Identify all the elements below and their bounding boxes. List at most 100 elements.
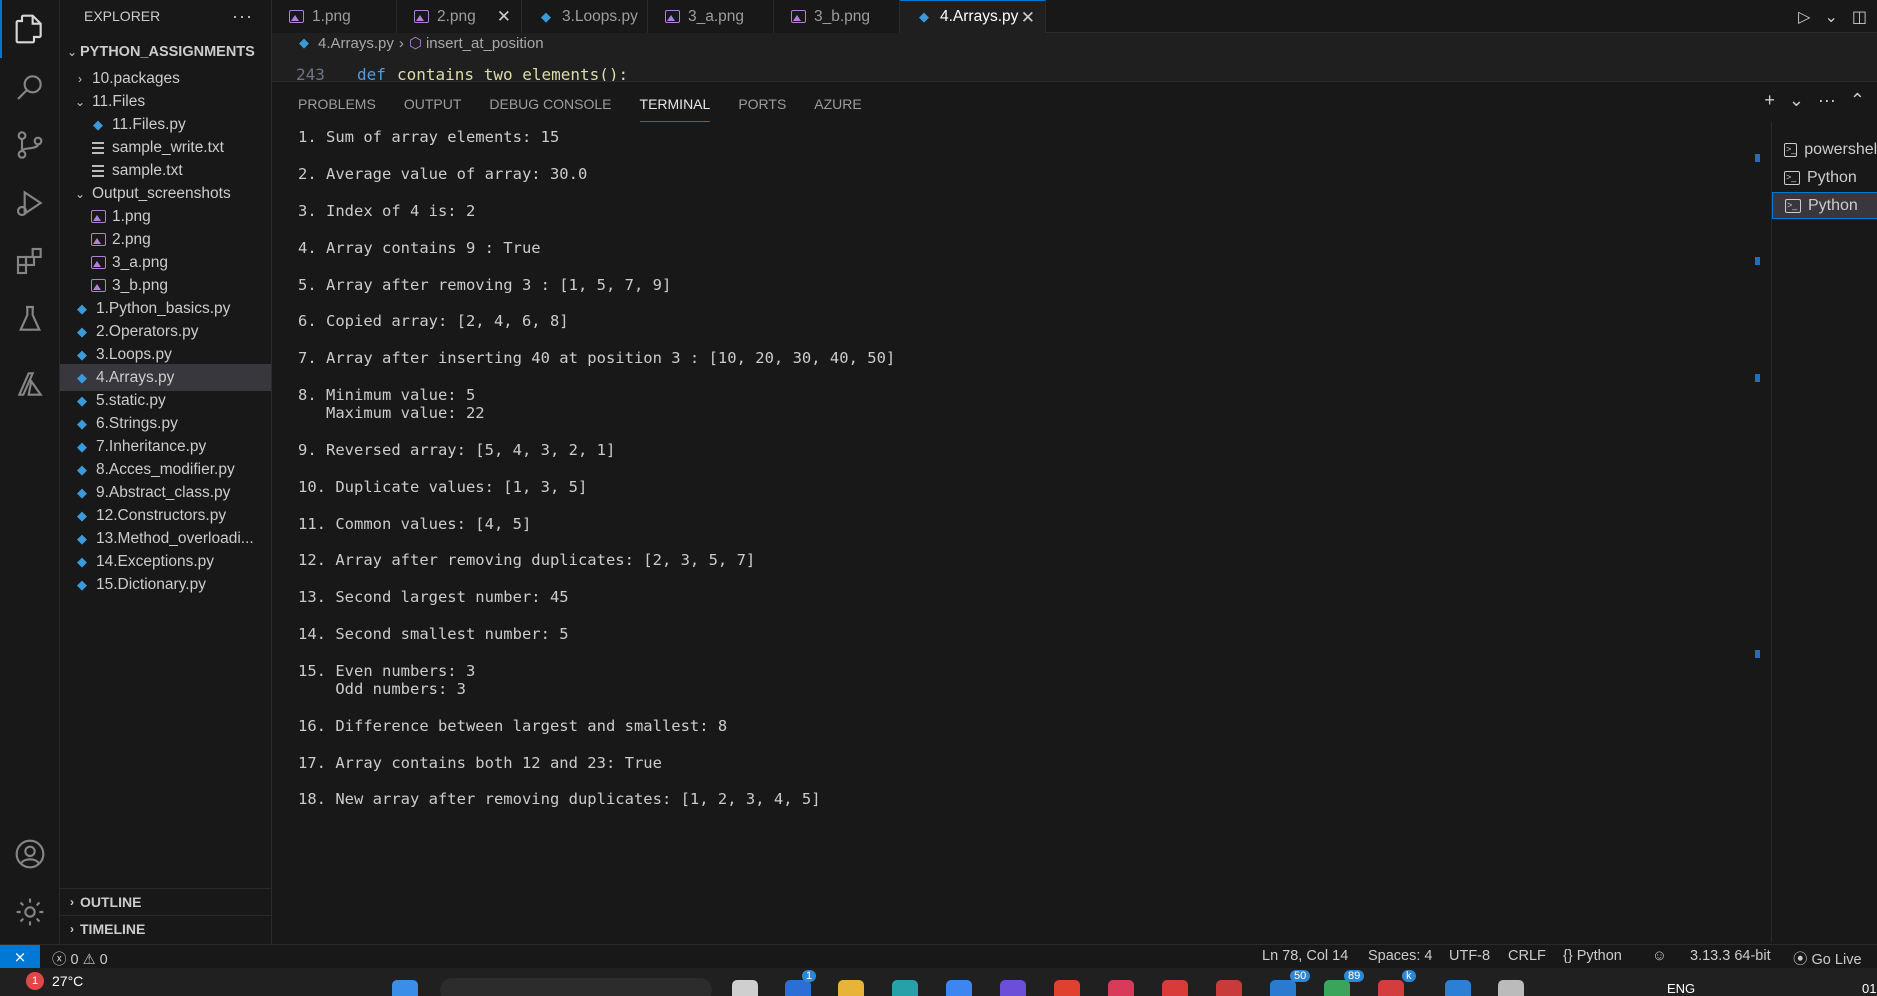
terminal-session-label: powershell: [1804, 140, 1877, 158]
python-interpreter[interactable]: 3.13.3 64-bit: [1690, 948, 1771, 964]
app-icon[interactable]: [1378, 980, 1404, 996]
tab-label: 2.png: [437, 7, 476, 25]
editor-tab[interactable]: 3_b.png: [774, 0, 900, 33]
edge-icon[interactable]: [892, 980, 918, 996]
terminal-line: 12. Array after removing duplicates: [2,…: [298, 551, 756, 569]
task-view-icon[interactable]: [732, 980, 758, 996]
extensions-icon[interactable]: [0, 232, 60, 290]
clock[interactable]: 01: [1862, 981, 1876, 996]
app-icon[interactable]: [1498, 980, 1524, 996]
tree-item-label: 14.Exceptions.py: [96, 552, 215, 570]
editor-tab[interactable]: 2.png ✕: [397, 0, 522, 33]
tab-ports[interactable]: PORTS: [738, 82, 786, 122]
python-file-icon: ◆: [77, 530, 87, 546]
outline-section[interactable]: › OUTLINE: [60, 888, 271, 915]
run-debug-icon[interactable]: [0, 174, 60, 232]
python-file-icon: ◆: [919, 9, 929, 24]
tab-debug-console[interactable]: DEBUG CONSOLE: [489, 82, 611, 122]
editor-tab[interactable]: 1.png: [272, 0, 397, 33]
breadcrumb: ◆ 4.Arrays.py › ⬡ insert_at_position: [272, 33, 1877, 53]
tab-azure[interactable]: AZURE: [814, 82, 861, 122]
breadcrumb-symbol[interactable]: insert_at_position: [426, 35, 544, 52]
azure-icon[interactable]: [0, 355, 60, 413]
terminal-dropdown-icon[interactable]: ⌄: [1789, 90, 1804, 111]
terminal-session[interactable]: >_ powershell: [1772, 136, 1877, 163]
python-file-icon: ◆: [77, 300, 87, 316]
app-icon[interactable]: [1108, 980, 1134, 996]
timeline-section[interactable]: › TIMELINE: [60, 915, 271, 942]
close-icon[interactable]: ✕: [497, 7, 511, 27]
editor-tab-bar: 1.png 2.png ✕ ◆ 3.Loops.py 3_a.png 3_b.png ◆ 4.A…: [272, 0, 1877, 33]
tab-terminal[interactable]: TERMINAL: [639, 82, 710, 122]
breadcrumb-file[interactable]: 4.Arrays.py: [318, 35, 394, 52]
new-terminal-icon[interactable]: +: [1764, 90, 1775, 111]
scroll-marker: [1755, 154, 1760, 162]
search-icon[interactable]: [0, 58, 60, 116]
copilot-icon[interactable]: ☺: [1652, 948, 1667, 964]
run-python-icon[interactable]: ▷: [1798, 7, 1810, 27]
indentation[interactable]: Spaces: 4: [1368, 948, 1433, 964]
weather-widget[interactable]: 1 27°C: [26, 972, 83, 990]
testing-icon[interactable]: [0, 290, 60, 348]
cursor-position[interactable]: Ln 78, Col 14: [1262, 948, 1348, 964]
source-control-icon[interactable]: [0, 116, 60, 174]
line-ending[interactable]: CRLF: [1508, 948, 1546, 964]
copilot-app-icon[interactable]: [946, 980, 972, 996]
editor-tab[interactable]: 3_a.png: [648, 0, 774, 33]
tab-output[interactable]: OUTPUT: [404, 82, 462, 122]
chevron-down-icon: ⌄: [74, 186, 86, 201]
app-icon[interactable]: [1162, 980, 1188, 996]
editor-peek[interactable]: 243 def contains_two_elements():: [272, 53, 1877, 81]
vscode-icon[interactable]: [1445, 980, 1471, 996]
problems-indicator[interactable]: ⓧ 0 ⚠ 0: [52, 948, 108, 969]
terminal-session-label: Python: [1807, 168, 1857, 186]
go-live-button[interactable]: ⦿ Go Live: [1793, 948, 1862, 969]
tab-label: 3_a.png: [688, 7, 745, 25]
tree-item-label: Output_screenshots: [92, 184, 231, 202]
windows-start-icon[interactable]: [392, 980, 418, 996]
file-explorer-icon[interactable]: [838, 980, 864, 996]
terminal-session[interactable]: >_ Python: [1772, 192, 1877, 219]
language-label: Python: [1576, 948, 1622, 964]
tab-label: 3.Loops.py: [562, 7, 638, 25]
more-actions-icon[interactable]: ···: [1818, 90, 1836, 111]
store-icon[interactable]: [1000, 980, 1026, 996]
workspace-root[interactable]: ⌄ PYTHON_ASSIGNMENTS: [60, 38, 271, 65]
terminal-line: 10. Duplicate values: [1, 3, 5]: [298, 478, 588, 496]
more-actions-icon[interactable]: ···: [232, 6, 253, 27]
accounts-icon[interactable]: [0, 825, 60, 883]
terminal-line: 4. Array contains 9 : True: [298, 239, 541, 257]
python-file-icon: ◆: [77, 576, 87, 592]
python-file-icon: ◆: [77, 369, 87, 385]
image-file-icon: [90, 209, 106, 225]
split-editor-icon[interactable]: ◫: [1852, 7, 1867, 27]
teams-icon[interactable]: [785, 980, 811, 996]
maximize-panel-icon[interactable]: ⌃: [1850, 90, 1865, 111]
whatsapp-icon[interactable]: [1324, 980, 1350, 996]
editor-tab[interactable]: ◆ 3.Loops.py: [522, 0, 648, 33]
app-icon[interactable]: [1270, 980, 1296, 996]
tree-item-label: 7.Inheritance.py: [96, 437, 207, 455]
terminal-scrollbar[interactable]: [1752, 122, 1762, 942]
encoding[interactable]: UTF-8: [1449, 948, 1490, 964]
taskbar-search[interactable]: [440, 978, 712, 996]
terminal-output[interactable]: 1. Sum of array elements: 15 2. Average v…: [298, 128, 1748, 943]
file-item[interactable]: ◆ 15.Dictionary.py: [60, 571, 271, 598]
input-language[interactable]: ENG: [1667, 981, 1695, 996]
terminal-session[interactable]: >_ Python: [1772, 164, 1877, 191]
tree-item-label: 6.Strings.py: [96, 414, 178, 432]
python-file-icon: ◆: [77, 484, 87, 500]
editor-tab[interactable]: ◆ 4.Arrays.py ✕: [900, 0, 1046, 33]
scroll-marker: [1755, 257, 1760, 265]
app-badge: 50: [1290, 970, 1311, 982]
office-icon[interactable]: [1054, 980, 1080, 996]
remote-indicator-icon[interactable]: ⨯: [0, 944, 40, 969]
language-mode[interactable]: {} Python: [1563, 948, 1622, 964]
close-icon[interactable]: ✕: [1021, 8, 1035, 28]
image-file-icon: [664, 9, 680, 25]
chevron-down-icon[interactable]: ⌄: [1824, 7, 1837, 27]
manage-gear-icon[interactable]: [0, 883, 60, 941]
explorer-icon[interactable]: [0, 0, 60, 58]
tab-problems[interactable]: PROBLEMS: [298, 82, 376, 122]
chrome-icon[interactable]: [1216, 980, 1242, 996]
